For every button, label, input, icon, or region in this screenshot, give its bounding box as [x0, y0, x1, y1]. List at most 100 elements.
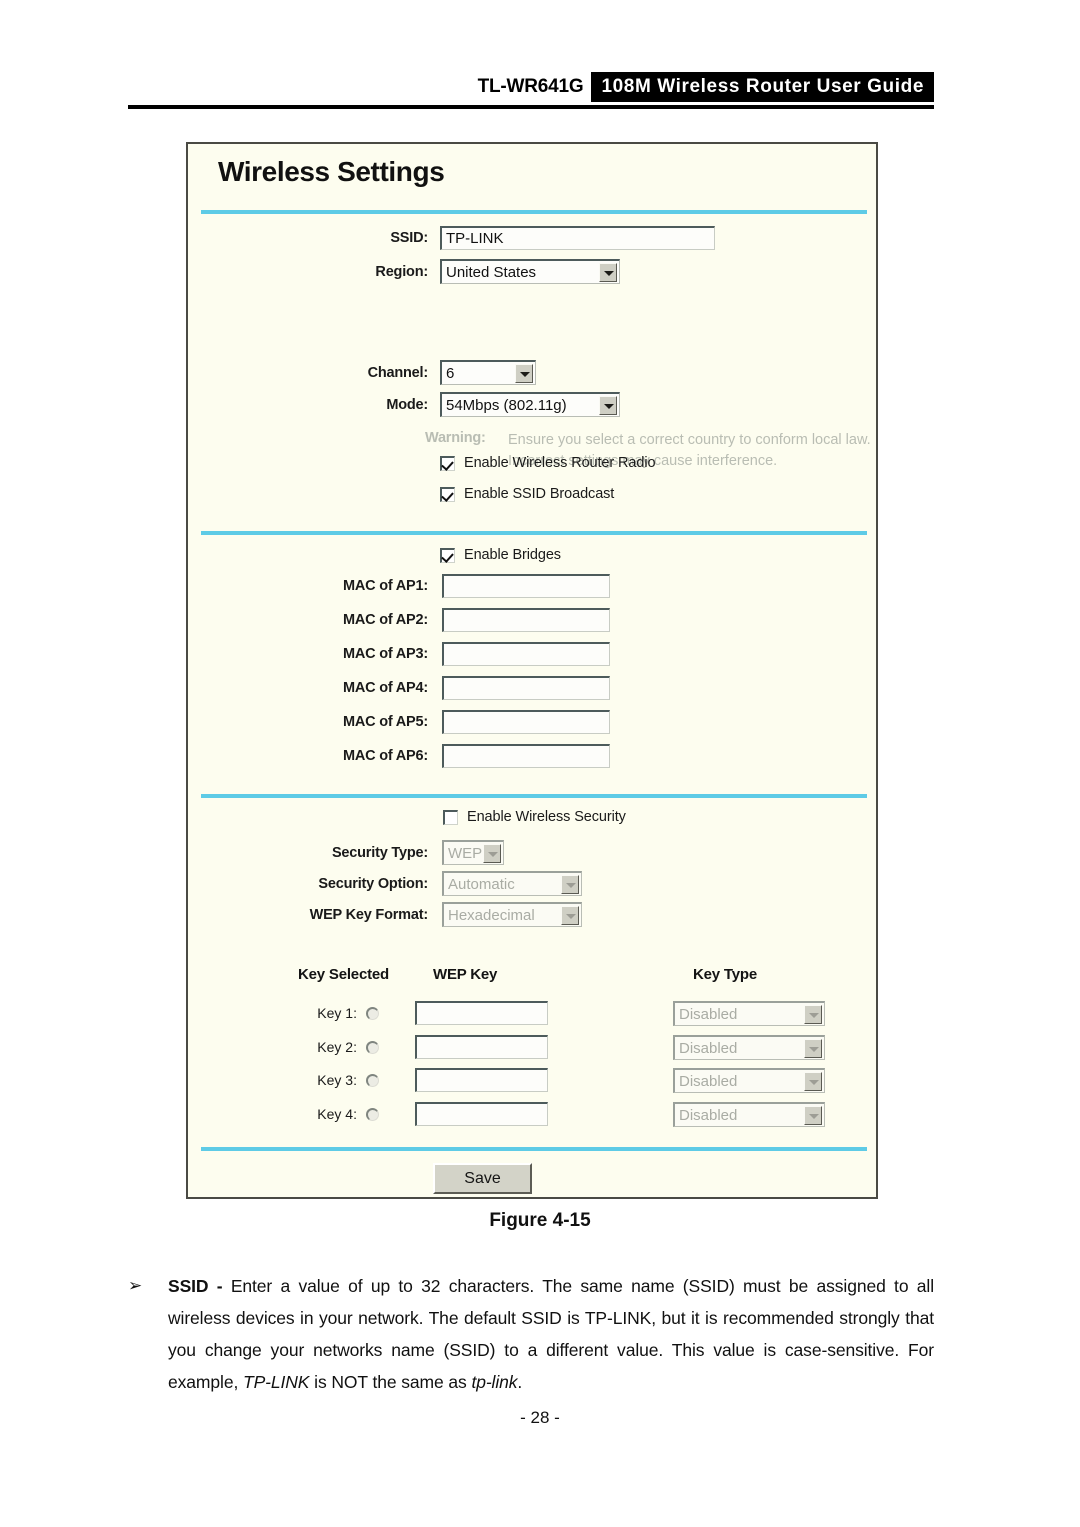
- chevron-down-icon: [561, 906, 579, 925]
- mac-ap6-input[interactable]: [442, 744, 610, 768]
- checkbox-icon[interactable]: [440, 486, 455, 502]
- key-1-input[interactable]: [415, 1001, 548, 1025]
- security-option-value: Automatic: [448, 876, 515, 893]
- radio-icon[interactable]: [366, 1073, 379, 1087]
- bullet-text-3: .: [517, 1372, 523, 1392]
- enable-wireless-security-label: Enable Wireless Security: [467, 809, 626, 825]
- bullet-term: SSID -: [168, 1276, 223, 1296]
- channel-select[interactable]: 6: [440, 360, 536, 385]
- mac-ap4-input[interactable]: [442, 676, 610, 700]
- enable-wireless-router-radio-row[interactable]: Enable Wireless Router Radio: [440, 455, 656, 471]
- wep-key-format-select[interactable]: Hexadecimal: [442, 902, 582, 927]
- section-divider-1: [201, 210, 867, 214]
- wep-key-format-value: Hexadecimal: [448, 907, 535, 924]
- mode-label: Mode:: [386, 396, 428, 413]
- mac-ap2-row: MAC of AP2:: [298, 608, 818, 632]
- mac-ap3-label: MAC of AP3:: [342, 646, 428, 662]
- security-type-row: Security Type: WEP: [288, 840, 808, 865]
- chevron-down-icon: [804, 1038, 822, 1058]
- mac-ap3-input[interactable]: [442, 642, 610, 666]
- channel-select-value: 6: [446, 365, 455, 382]
- enable-ssid-broadcast-label: Enable SSID Broadcast: [464, 486, 615, 502]
- section-divider-2: [201, 531, 867, 535]
- key-1-label: Key 1:: [317, 1005, 357, 1021]
- mac-ap5-input[interactable]: [442, 710, 610, 734]
- key-row-2: Key 2: Disabled: [298, 1032, 858, 1062]
- key-2-type-select[interactable]: Disabled: [673, 1034, 825, 1060]
- mode-row: Mode: 54Mbps (802.11g): [318, 392, 828, 417]
- enable-wireless-security-row[interactable]: Enable Wireless Security: [443, 809, 626, 825]
- enable-bridges-row[interactable]: Enable Bridges: [440, 547, 561, 563]
- mac-ap1-input[interactable]: [442, 574, 610, 598]
- guide-title-banner: 108M Wireless Router User Guide: [591, 72, 934, 102]
- page-title: Wireless Settings: [218, 156, 445, 187]
- chevron-down-icon: [599, 396, 617, 415]
- key-2-input[interactable]: [415, 1035, 548, 1059]
- key-3-type-value: Disabled: [679, 1072, 738, 1090]
- document-header: TL-WR641G 108M Wireless Router User Guid…: [0, 72, 1080, 118]
- chevron-down-icon: [561, 875, 579, 894]
- header-rule: [128, 105, 934, 109]
- region-row: Region: United States: [318, 259, 828, 284]
- radio-icon[interactable]: [366, 1107, 379, 1121]
- chevron-down-icon: [804, 1004, 822, 1024]
- chevron-down-icon: [483, 844, 501, 863]
- radio-icon[interactable]: [366, 1006, 379, 1020]
- enable-wireless-router-radio-label: Enable Wireless Router Radio: [464, 455, 656, 471]
- page-number: - 28 -: [520, 1408, 560, 1427]
- chevron-down-icon: [804, 1071, 822, 1091]
- save-button[interactable]: Save: [433, 1163, 532, 1194]
- security-option-select[interactable]: Automatic: [442, 871, 582, 896]
- wireless-settings-screenshot: Wireless Settings SSID: TP-LINK Region: …: [186, 142, 878, 1199]
- key-3-type-select[interactable]: Disabled: [673, 1067, 825, 1093]
- section-divider-3: [201, 794, 867, 798]
- region-select[interactable]: United States: [440, 259, 620, 284]
- enable-ssid-broadcast-row[interactable]: Enable SSID Broadcast: [440, 486, 614, 502]
- checkbox-icon[interactable]: [440, 455, 455, 471]
- radio-icon[interactable]: [366, 1040, 379, 1054]
- mode-select[interactable]: 54Mbps (802.11g): [440, 392, 620, 417]
- mac-ap1-row: MAC of AP1:: [298, 574, 818, 598]
- figure-caption: Figure 4-15: [489, 1210, 591, 1231]
- mac-ap2-label: MAC of AP2:: [342, 612, 428, 628]
- key-4-type-select[interactable]: Disabled: [673, 1101, 825, 1127]
- key-2-type-value: Disabled: [679, 1039, 738, 1057]
- security-option-label: Security Option:: [318, 875, 428, 892]
- bullet-italic-1: TP-LINK: [242, 1372, 310, 1392]
- mac-ap6-row: MAC of AP6:: [298, 744, 818, 768]
- key-row-3: Key 3: Disabled: [298, 1065, 858, 1095]
- key-1-type-select[interactable]: Disabled: [673, 1000, 825, 1026]
- region-warning-label: Warning:: [425, 430, 486, 446]
- bullet-paragraph: SSID - Enter a value of up to 32 charact…: [168, 1270, 934, 1398]
- mac-ap2-input[interactable]: [442, 608, 610, 632]
- column-header-key-type: Key Type: [693, 966, 757, 983]
- checkbox-icon[interactable]: [443, 809, 458, 825]
- mode-select-value: 54Mbps (802.11g): [446, 397, 567, 414]
- enable-bridges-label: Enable Bridges: [464, 547, 561, 563]
- column-header-wep-key: WEP Key: [433, 966, 498, 983]
- mac-ap5-label: MAC of AP5:: [342, 714, 428, 730]
- checkbox-icon[interactable]: [440, 547, 455, 563]
- chevron-down-icon: [515, 364, 533, 383]
- security-type-select[interactable]: WEP: [442, 840, 504, 865]
- ssid-label: SSID:: [390, 230, 428, 246]
- ssid-input[interactable]: TP-LINK: [440, 226, 715, 250]
- key-row-4: Key 4: Disabled: [298, 1099, 858, 1129]
- security-type-label: Security Type:: [331, 844, 428, 861]
- bullet-row: ➢ SSID - Enter a value of up to 32 chara…: [128, 1270, 934, 1398]
- key-4-type-value: Disabled: [679, 1106, 738, 1124]
- bullet-arrow-icon: ➢: [128, 1276, 143, 1295]
- region-label: Region:: [375, 263, 428, 280]
- key-row-1: Key 1: Disabled: [298, 998, 858, 1028]
- security-option-row: Security Option: Automatic: [288, 871, 808, 896]
- ssid-row: SSID: TP-LINK: [318, 226, 828, 250]
- mac-ap1-label: MAC of AP1:: [342, 578, 428, 594]
- mac-ap3-row: MAC of AP3:: [298, 642, 818, 666]
- chevron-down-icon: [804, 1105, 822, 1125]
- bullet-italic-2: tp-link: [471, 1372, 518, 1392]
- key-4-input[interactable]: [415, 1102, 548, 1126]
- key-3-input[interactable]: [415, 1068, 548, 1092]
- mac-ap4-row: MAC of AP4:: [298, 676, 818, 700]
- channel-label: Channel:: [367, 364, 429, 381]
- wep-key-format-row: WEP Key Format: Hexadecimal: [288, 902, 808, 927]
